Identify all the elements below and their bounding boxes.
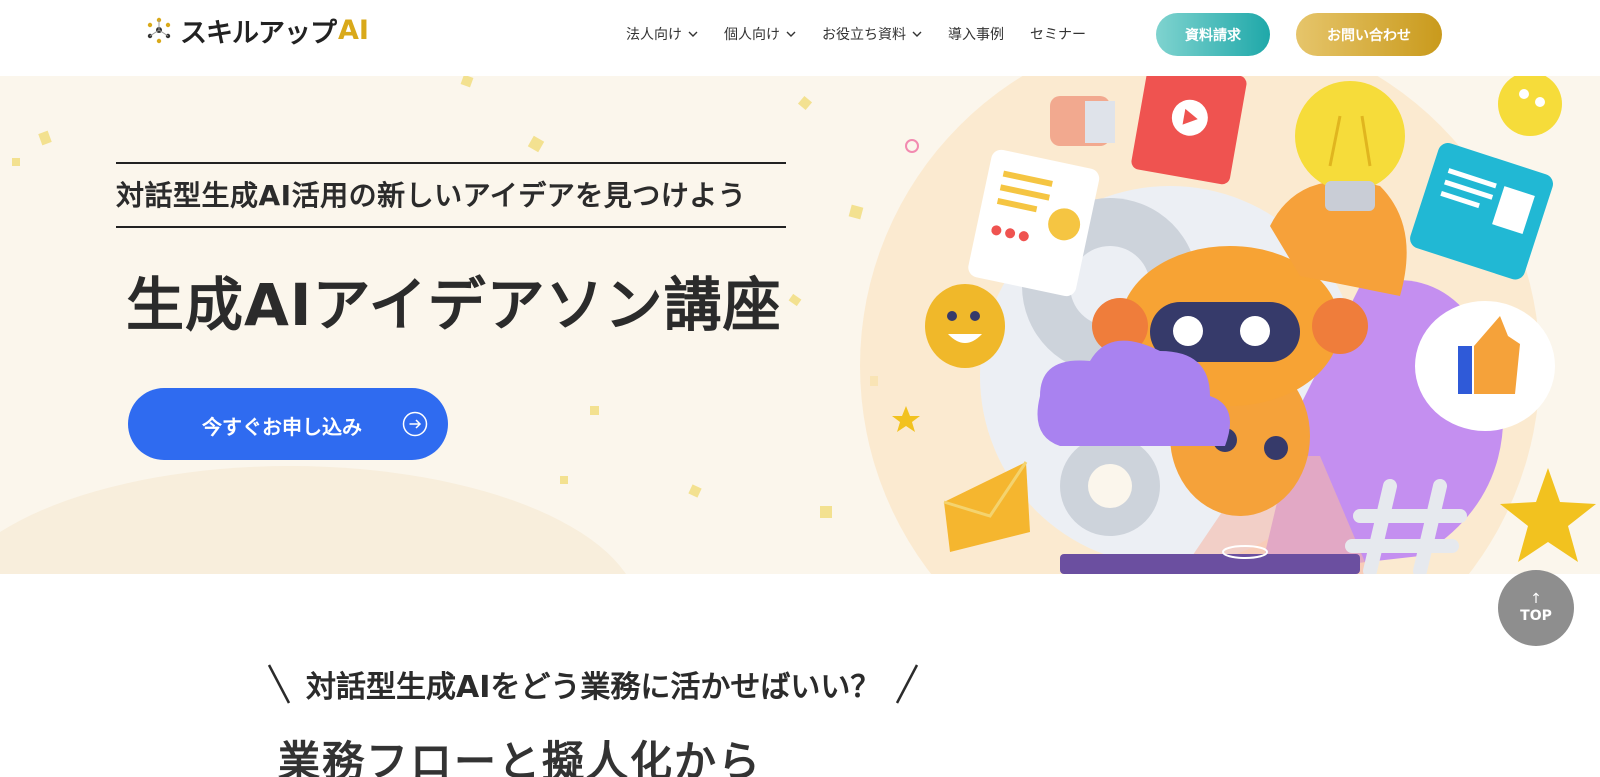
hero-banner: 対話型生成AI活用の新しいアイデアを見つけよう 生成AIアイデアソン講座 今すぐ… bbox=[0, 76, 1600, 574]
smiley-icon bbox=[925, 284, 1005, 368]
nav-resources-label: お役立ち資料 bbox=[822, 27, 906, 43]
back-to-top-label: TOP bbox=[1520, 608, 1552, 624]
nav-seminars-label: セミナー bbox=[1030, 27, 1086, 43]
logo-text: スキルアップ bbox=[180, 17, 337, 49]
apply-now-label: 今すぐお申し込み bbox=[202, 415, 362, 439]
chevron-down-icon bbox=[786, 31, 796, 37]
main-nav: 法人向け 個人向け お役立ち資料 導入事例 セミナー bbox=[626, 22, 1112, 46]
pink-ring-decoration bbox=[905, 139, 919, 153]
slash-decoration bbox=[896, 664, 919, 704]
like-bubble-icon bbox=[1415, 301, 1555, 431]
arrow-right-circle-icon bbox=[402, 411, 428, 437]
nav-corporate-label: 法人向け bbox=[626, 27, 682, 43]
nav-individual[interactable]: 個人向け bbox=[724, 22, 796, 46]
logo-ai-text: AI bbox=[338, 14, 369, 46]
section-subheading-text: 対話型生成AIをどう業務に活かせばいい？ bbox=[306, 670, 881, 705]
chevron-down-icon bbox=[912, 31, 922, 37]
nav-individual-label: 個人向け bbox=[724, 27, 780, 43]
emoji-icon bbox=[1498, 76, 1562, 136]
backslash-decoration bbox=[267, 664, 291, 704]
nav-seminars[interactable]: セミナー bbox=[1030, 22, 1086, 46]
section-subheading: 対話型生成AIをどう業務に活かせばいい？ bbox=[266, 662, 920, 706]
hero-title: 生成AIアイデアソン講座 bbox=[126, 271, 782, 339]
contact-button[interactable]: お問い合わせ bbox=[1296, 13, 1442, 56]
site-header: スキルアップ AI 法人向け 個人向け お役立ち資料 導入事例 セミナー 資料請… bbox=[0, 0, 1600, 76]
chevron-down-icon bbox=[688, 31, 698, 37]
back-to-top-button[interactable]: ↑ TOP bbox=[1498, 570, 1574, 646]
logo-mark-icon bbox=[147, 17, 171, 44]
nav-case-studies[interactable]: 導入事例 bbox=[948, 22, 1004, 46]
thumbs-up-icon bbox=[1050, 96, 1115, 146]
nav-case-studies-label: 導入事例 bbox=[948, 27, 1004, 43]
request-docs-button[interactable]: 資料請求 bbox=[1156, 13, 1270, 56]
section-heading: 業務フローと擬人化から bbox=[278, 737, 763, 777]
nav-resources[interactable]: お役立ち資料 bbox=[822, 22, 922, 46]
apply-now-button[interactable]: 今すぐお申し込み bbox=[128, 388, 448, 460]
subtitle-rule-bottom bbox=[116, 226, 786, 228]
site-logo[interactable]: スキルアップ AI bbox=[144, 12, 369, 49]
nav-corporate[interactable]: 法人向け bbox=[626, 22, 698, 46]
arrow-up-icon: ↑ bbox=[1530, 591, 1542, 607]
hero-subtitle: 対話型生成AI活用の新しいアイデアを見つけよう bbox=[116, 179, 747, 212]
video-card-icon bbox=[1131, 76, 1247, 185]
subtitle-rule-top bbox=[116, 162, 786, 164]
